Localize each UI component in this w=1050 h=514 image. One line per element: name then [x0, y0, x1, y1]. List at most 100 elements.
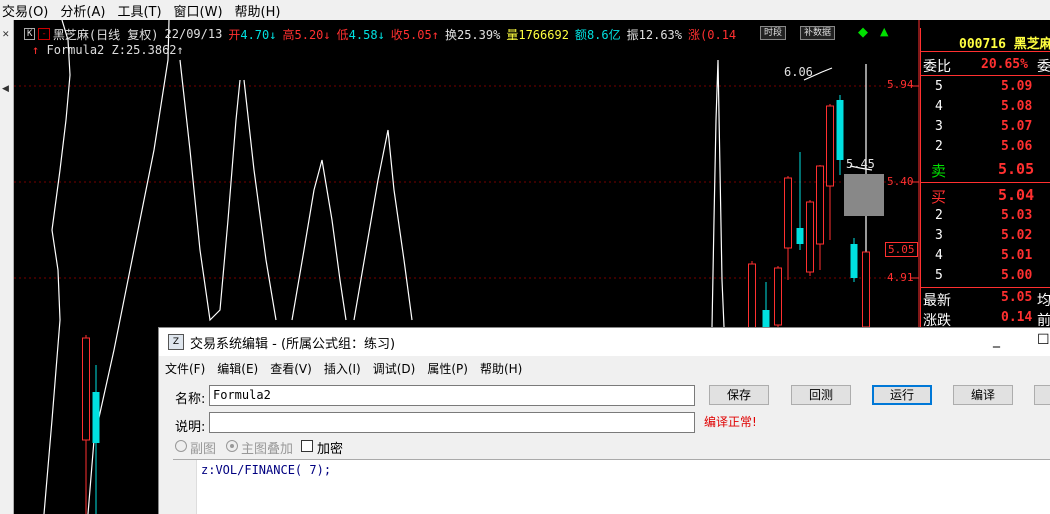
formula-bar: ↑ Formula2 Z:25.3862↑ — [32, 43, 184, 57]
name-label: 名称: — [175, 392, 206, 407]
close-icon[interactable]: ✕ — [2, 30, 10, 40]
dialog-titlebar[interactable]: Z 交易系统编辑 - (所属公式组：练习) _ ☐ — [159, 328, 1050, 356]
sell-level: 3 — [935, 119, 943, 134]
minimize-icon[interactable]: _ — [993, 332, 1000, 348]
candle-body — [850, 244, 858, 278]
price-tick-label: 5.40 — [887, 175, 914, 188]
desc-input[interactable] — [209, 412, 695, 433]
open-label: 开 — [228, 27, 241, 42]
encrypt-checkbox[interactable] — [301, 440, 313, 452]
subchart-radio[interactable] — [175, 440, 187, 452]
stock-name: 黑芝麻 — [1013, 37, 1050, 52]
menu-window[interactable]: 窗口(W) — [172, 1, 231, 20]
sell-price: 5.05 — [998, 160, 1035, 178]
arrow-down-icon: ↓ — [323, 27, 331, 42]
sell-level: 2 — [935, 139, 943, 154]
code-text[interactable]: z:VOL/FINANCE( 7); — [201, 463, 331, 477]
mid-mark-label: 5.45 — [846, 157, 875, 171]
latest-tail: 均 — [1037, 293, 1050, 309]
save-button[interactable]: 保存 — [709, 385, 769, 405]
x-badge[interactable]: - — [38, 28, 50, 40]
close-label: 收 — [390, 27, 403, 42]
maximize-icon[interactable]: ☐ — [1037, 332, 1050, 348]
left-side-strip: ✕ ◀ — [0, 20, 14, 514]
change-label: 涨 — [688, 27, 701, 42]
candle-body — [826, 105, 834, 187]
sell-level: 卖 — [931, 162, 947, 180]
price-tick-label: 5.94 — [887, 78, 914, 91]
high-value: 5.20 — [294, 27, 324, 42]
buy-price: 5.04 — [998, 186, 1035, 204]
compile-status: 编译正常! — [704, 415, 757, 429]
sell-price: 5.06 — [1001, 139, 1033, 154]
turnover-value: 25.39% — [456, 27, 501, 42]
ratio-value: 20.65% — [981, 57, 1028, 72]
menu-trade[interactable]: 交易(O) — [0, 1, 56, 20]
buy-level: 4 — [935, 248, 943, 263]
menu-tools[interactable]: 工具(T) — [115, 1, 169, 20]
change-value: (0.14 — [700, 27, 737, 42]
price-highlight-box — [844, 174, 884, 216]
dialog-menu-file[interactable]: 文件(F) — [165, 360, 205, 377]
quote-divider — [921, 287, 1050, 288]
buy-level: 3 — [935, 228, 943, 243]
change-value: 0.14 — [1001, 310, 1033, 325]
chevron-up-icon[interactable]: ▲ — [880, 25, 888, 38]
timeline-button[interactable]: 时段 — [760, 26, 787, 40]
app-icon: Z — [168, 334, 184, 350]
candle-body — [806, 201, 814, 273]
dialog-menu-view[interactable]: 查看(V) — [270, 360, 312, 377]
quote-panel: 000716 黑芝麻 委比 20.65% 委 5 5.09 4 5.08 3 5.07… — [920, 28, 1050, 329]
candle-body — [816, 165, 824, 245]
sell-price: 5.08 — [1001, 99, 1033, 114]
buy-level: 买 — [931, 188, 947, 206]
dialog-menu-properties[interactable]: 属性(P) — [427, 360, 468, 377]
k-badge[interactable]: K — [24, 28, 36, 40]
formula-line — [243, 79, 277, 321]
formula-line — [179, 59, 241, 322]
price-tick-label: 4.91 — [887, 271, 914, 284]
backtest-button[interactable]: 回测 — [791, 385, 851, 405]
main-menubar: 交易(O) 分析(A) 工具(T) 窗口(W) 帮助(H) — [0, 0, 1050, 20]
high-mark-label: 6.06 — [784, 65, 813, 79]
info-bar: K - 黑芝麻(日线 复权) 22/09/13 开4.70↓ 高5.20↓ 低4… — [24, 25, 742, 43]
order-ratio: 委比 20.65% 委 — [921, 54, 1050, 76]
dialog-menu-insert[interactable]: 插入(I) — [324, 360, 361, 377]
sell-price: 5.07 — [1001, 119, 1033, 134]
amount-value: 8.6亿 — [586, 27, 621, 42]
buy-level: 5 — [935, 268, 943, 283]
candle-body — [774, 267, 782, 326]
chevron-left-icon[interactable]: ◀ — [2, 84, 9, 94]
more-button[interactable] — [1034, 385, 1050, 405]
code-editor[interactable]: z:VOL/FINANCE( 7); — [173, 459, 1050, 514]
arrow-up-icon: ↑ — [32, 43, 40, 57]
turnover-label: 换 — [444, 27, 457, 42]
compile-button[interactable]: 编译 — [953, 385, 1013, 405]
arrow-up-icon: ↑ — [431, 27, 439, 42]
buy-price: 5.01 — [1001, 248, 1033, 263]
menu-analysis[interactable]: 分析(A) — [58, 1, 113, 20]
formula-name: Formula2 — [46, 43, 105, 57]
encrypt-checkbox-label: 加密 — [317, 442, 344, 457]
low-value: 4.58 — [348, 27, 378, 42]
run-button[interactable]: 运行 — [872, 385, 932, 405]
sell-level: 5 — [935, 79, 943, 94]
menu-help[interactable]: 帮助(H) — [233, 1, 289, 20]
dialog-menu-help[interactable]: 帮助(H) — [480, 360, 522, 377]
quote-header: 000716 黑芝麻 — [921, 28, 1050, 52]
ratio-tail: 委 — [1037, 59, 1050, 75]
dialog-menu-edit[interactable]: 编辑(E) — [217, 360, 258, 377]
main-overlay-radio[interactable] — [226, 440, 238, 452]
desc-label: 说明: — [175, 420, 206, 435]
dialog-menubar: 文件(F) 编辑(E) 查看(V) 插入(I) 调试(D) 属性(P) 帮助(H… — [159, 358, 528, 378]
open-value: 4.70 — [240, 27, 270, 42]
dialog-menu-debug[interactable]: 调试(D) — [373, 360, 416, 377]
formula-line — [87, 20, 170, 514]
name-input[interactable]: Formula2 — [209, 385, 695, 406]
fill-data-button[interactable]: 补数据 — [800, 26, 836, 40]
diamond-icon[interactable]: ◆ — [858, 25, 868, 40]
subchart-radio-label: 副图 — [190, 442, 217, 457]
bar-date: 22/09/13 — [164, 27, 223, 41]
buy-price: 5.02 — [1001, 228, 1033, 243]
candle-body — [82, 337, 90, 441]
